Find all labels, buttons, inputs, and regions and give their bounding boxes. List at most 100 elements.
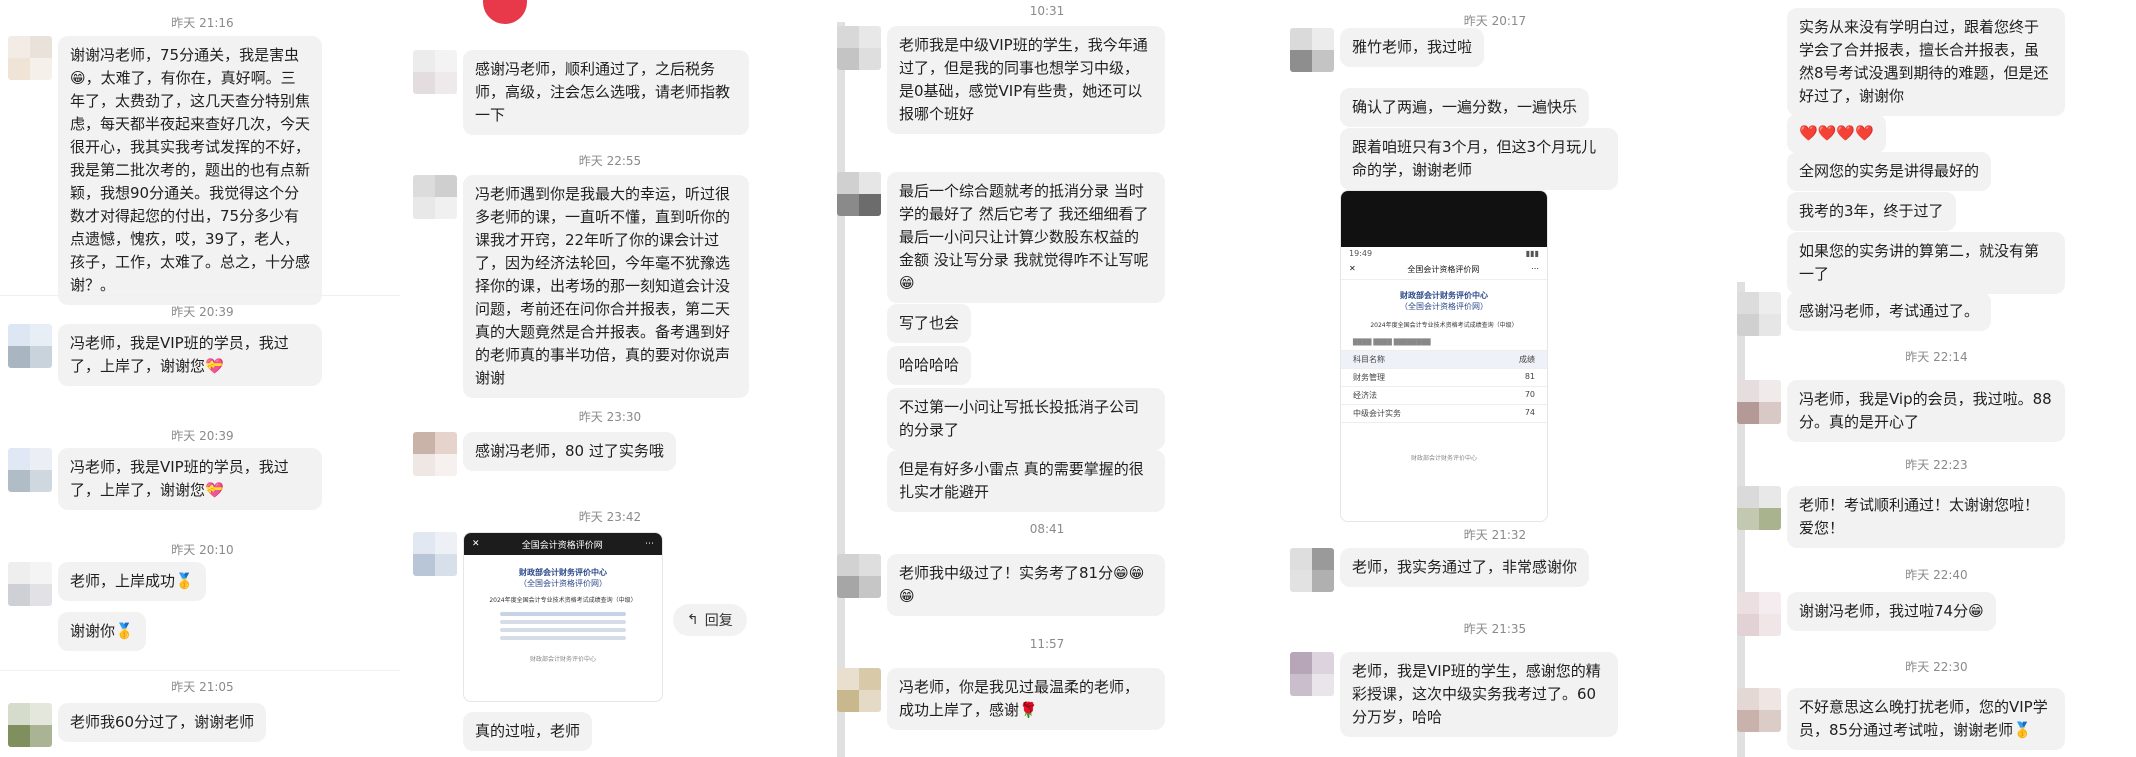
message-row: ❤️❤️❤️❤️ xyxy=(1787,114,1886,153)
timestamp: 昨天 22:30 xyxy=(1905,660,1968,674)
reply-button[interactable]: ↰ 回复 xyxy=(673,604,747,636)
image-nav: ✕ 全国会计资格评价网 ⋯ xyxy=(1341,260,1547,280)
message-bubble[interactable]: 如果您的实务讲的算第二，就没有第一了 xyxy=(1787,232,2065,294)
message-row: 老师，上岸成功🥇 xyxy=(8,562,206,606)
avatar[interactable] xyxy=(8,36,52,80)
avatar[interactable] xyxy=(1737,592,1781,636)
message-bubble[interactable]: 全网您的实务是讲得最好的 xyxy=(1787,152,1992,191)
avatar[interactable] xyxy=(1290,28,1334,72)
avatar[interactable] xyxy=(837,26,881,70)
message-bubble[interactable]: 老师我中级过了！实务考了81分😁😁😁 xyxy=(887,554,1165,616)
phone-time: 19:49 xyxy=(1349,249,1373,258)
timestamp: 昨天 22:55 xyxy=(578,154,642,168)
avatar[interactable] xyxy=(837,668,881,712)
message-bubble[interactable]: 老师，我实务通过了，非常感谢你 xyxy=(1340,548,1590,587)
message-bubble[interactable]: 实务从来没有学明白过，跟着您终于学会了合并报表，擅长合并报表，虽然8号考试没遇到… xyxy=(1787,8,2065,116)
score-screenshot-image[interactable]: 19:49 ▮▮▮ ✕ 全国会计资格评价网 ⋯ 财政部会计财务评价中心 （全国会… xyxy=(1340,190,1548,522)
avatar[interactable] xyxy=(413,432,457,476)
message-row: 实务从来没有学明白过，跟着您终于学会了合并报表，擅长合并报表，虽然8号考试没遇到… xyxy=(1787,8,2065,116)
timestamp: 昨天 21:16 xyxy=(171,16,234,30)
message-bubble[interactable]: 不过第一小问让写抵长投抵消子公司的分录了 xyxy=(887,388,1165,450)
message-bubble[interactable]: 冯老师，你是我见过最温柔的老师，成功上岸了，感谢🌹 xyxy=(887,668,1165,730)
message-row: 老师！考试顺利通过！太谢谢您啦！爱您！ xyxy=(1737,486,2065,548)
phone-status-bar: 19:49 ▮▮▮ xyxy=(1341,247,1547,260)
message-bubble[interactable]: 哈哈哈哈 xyxy=(887,346,972,385)
message-row: 全网您的实务是讲得最好的 xyxy=(1787,152,1992,191)
chat-panel-3: 10:31 老师我是中级VIP班的学生，我今年通过了，但是我的同事也想学习中级，… xyxy=(837,0,1257,757)
score-subject: 中级会计实务 xyxy=(1353,409,1401,418)
avatar[interactable] xyxy=(413,532,457,576)
close-icon: ✕ xyxy=(1349,264,1356,273)
image-nav-title: 全国会计资格评价网 xyxy=(1407,265,1480,274)
message-row: 但是有好多小雷点 真的需要掌握的很扎实才能避开 xyxy=(887,450,1165,512)
avatar[interactable] xyxy=(1737,380,1781,424)
avatar[interactable] xyxy=(413,175,457,219)
heart-image xyxy=(483,0,527,24)
message-row: 老师我中级过了！实务考了81分😁😁😁 xyxy=(837,554,1165,616)
image-footer: 财政部会计财务评价中心 xyxy=(1410,455,1477,462)
message-bubble[interactable]: 冯老师，我是Vip的会员，我过啦。88分。真的是开心了 xyxy=(1787,380,2065,442)
avatar[interactable] xyxy=(8,703,52,747)
avatar[interactable] xyxy=(1737,292,1781,336)
score-value: 70 xyxy=(1524,390,1535,399)
avatar[interactable] xyxy=(1737,688,1781,732)
avatar[interactable] xyxy=(8,324,52,368)
score-row: 中级会计实务 74 xyxy=(1341,405,1547,423)
message-bubble[interactable]: 感谢冯老师，考试通过了。 xyxy=(1787,292,1992,331)
message-bubble[interactable]: 谢谢你🥇 xyxy=(58,612,146,651)
image-id-row: ████ ████ ████████ xyxy=(1341,335,1547,351)
message-row: 最后一个综合题就考的抵消分录 当时学的最好了 然后它考了 我还细细看了最后一小问… xyxy=(837,172,1165,303)
avatar[interactable] xyxy=(8,448,52,492)
chat-panel-1: 昨天 21:16 谢谢冯老师，75分通关，我是害虫😁，太难了，有你在，真好啊。三… xyxy=(0,0,405,757)
message-bubble[interactable]: 老师我60分过了，谢谢老师 xyxy=(58,703,267,742)
more-icon: ⋯ xyxy=(1530,264,1539,273)
message-bubble[interactable]: 谢谢冯老师，75分通关，我是害虫😁，太难了，有你在，真好啊。三年了，太费劲了，这… xyxy=(58,36,322,305)
message-row: 冯老师，我是Vip的会员，我过啦。88分。真的是开心了 xyxy=(1737,380,2065,442)
message-row: 感谢冯老师，考试通过了。 xyxy=(1737,292,1992,336)
message-bubble[interactable]: 冯老师遇到你是我最大的幸运，听过很多老师的课，一直听不懂，直到听你的课我才开窍，… xyxy=(463,175,749,398)
avatar[interactable] xyxy=(837,172,881,216)
timestamp: 昨天 20:10 xyxy=(171,543,234,557)
timestamp: 昨天 22:40 xyxy=(1905,568,1968,582)
message-row: 谢谢冯老师，我过啦74分😁 xyxy=(1737,592,1996,636)
message-bubble[interactable]: 感谢冯老师，顺利通过了，之后税务师，高级，注会怎么选哦，请老师指教一下 xyxy=(463,50,749,135)
message-bubble[interactable]: 真的过啦，老师 xyxy=(463,712,593,751)
message-bubble[interactable]: 写了也会 xyxy=(887,304,972,343)
avatar[interactable] xyxy=(1290,652,1334,696)
avatar[interactable] xyxy=(413,50,457,94)
separator xyxy=(0,670,400,671)
message-bubble[interactable]: 冯老师，我是VIP班的学员，我过了，上岸了，谢谢您💝 xyxy=(58,324,322,386)
message-bubble[interactable]: 老师，我是VIP班的学生，感谢您的精彩授课，这次中级实务我考过了。60分万岁，哈… xyxy=(1340,652,1618,737)
image-title: 2024年度全国会计专业技术资格考试成绩查询（中级） xyxy=(489,597,637,604)
avatar[interactable] xyxy=(8,562,52,606)
avatar[interactable] xyxy=(1737,486,1781,530)
timestamp: 昨天 20:17 xyxy=(1463,14,1527,28)
message-bubble[interactable]: 谢谢冯老师，我过啦74分😁 xyxy=(1787,592,1996,631)
image-table xyxy=(490,612,636,640)
message-bubble[interactable]: 老师！考试顺利通过！太谢谢您啦！爱您！ xyxy=(1787,486,2065,548)
message-row: 我考的3年，终于过了 xyxy=(1787,192,1956,231)
message-bubble[interactable]: 确认了两遍，一遍分数，一遍快乐 xyxy=(1340,88,1590,127)
score-value: 81 xyxy=(1524,372,1535,381)
message-bubble[interactable]: ❤️❤️❤️❤️ xyxy=(1787,114,1886,153)
message-bubble[interactable]: 冯老师，我是VIP班的学员，我过了，上岸了，谢谢您💝 xyxy=(58,448,322,510)
message-bubble[interactable]: 最后一个综合题就考的抵消分录 当时学的最好了 然后它考了 我还细细看了最后一小问… xyxy=(887,172,1165,303)
message-bubble[interactable]: 不好意思这么晚打扰老师，您的VIP学员，85分通过考试啦，谢谢老师🥇 xyxy=(1787,688,2065,750)
message-bubble[interactable]: 雅竹老师，我过啦 xyxy=(1340,28,1485,67)
message-row: ✕ 全国会计资格评价网 ⋯ 财政部会计财务评价中心 （全国会计资格评价网） 20… xyxy=(413,532,663,702)
avatar[interactable] xyxy=(837,554,881,598)
timestamp: 昨天 22:23 xyxy=(1905,458,1968,472)
message-bubble[interactable]: 老师，上岸成功🥇 xyxy=(58,562,206,601)
image-header-title: 全国会计资格评价网 xyxy=(521,540,603,551)
message-bubble[interactable]: 但是有好多小雷点 真的需要掌握的很扎实才能避开 xyxy=(887,450,1165,512)
message-bubble[interactable]: 老师我是中级VIP班的学生，我今年通过了，但是我的同事也想学习中级，是0基础，感… xyxy=(887,26,1165,134)
avatar[interactable] xyxy=(1290,548,1334,592)
timestamp: 昨天 23:30 xyxy=(578,410,642,424)
message-row: 老师，我是VIP班的学生，感谢您的精彩授课，这次中级实务我考过了。60分万岁，哈… xyxy=(1290,652,1618,737)
message-bubble[interactable]: 我考的3年，终于过了 xyxy=(1787,192,1956,231)
score-screenshot-image[interactable]: ✕ 全国会计资格评价网 ⋯ 财政部会计财务评价中心 （全国会计资格评价网） 20… xyxy=(463,532,663,702)
timestamp: 昨天 22:14 xyxy=(1905,350,1968,364)
message-bubble[interactable]: 跟着咱班只有3个月，但这3个月玩儿命的学，谢谢老师 xyxy=(1340,128,1618,190)
message-bubble[interactable]: 感谢冯老师，80 过了实务哦 xyxy=(463,432,676,471)
message-row: 谢谢你🥇 xyxy=(58,612,146,651)
